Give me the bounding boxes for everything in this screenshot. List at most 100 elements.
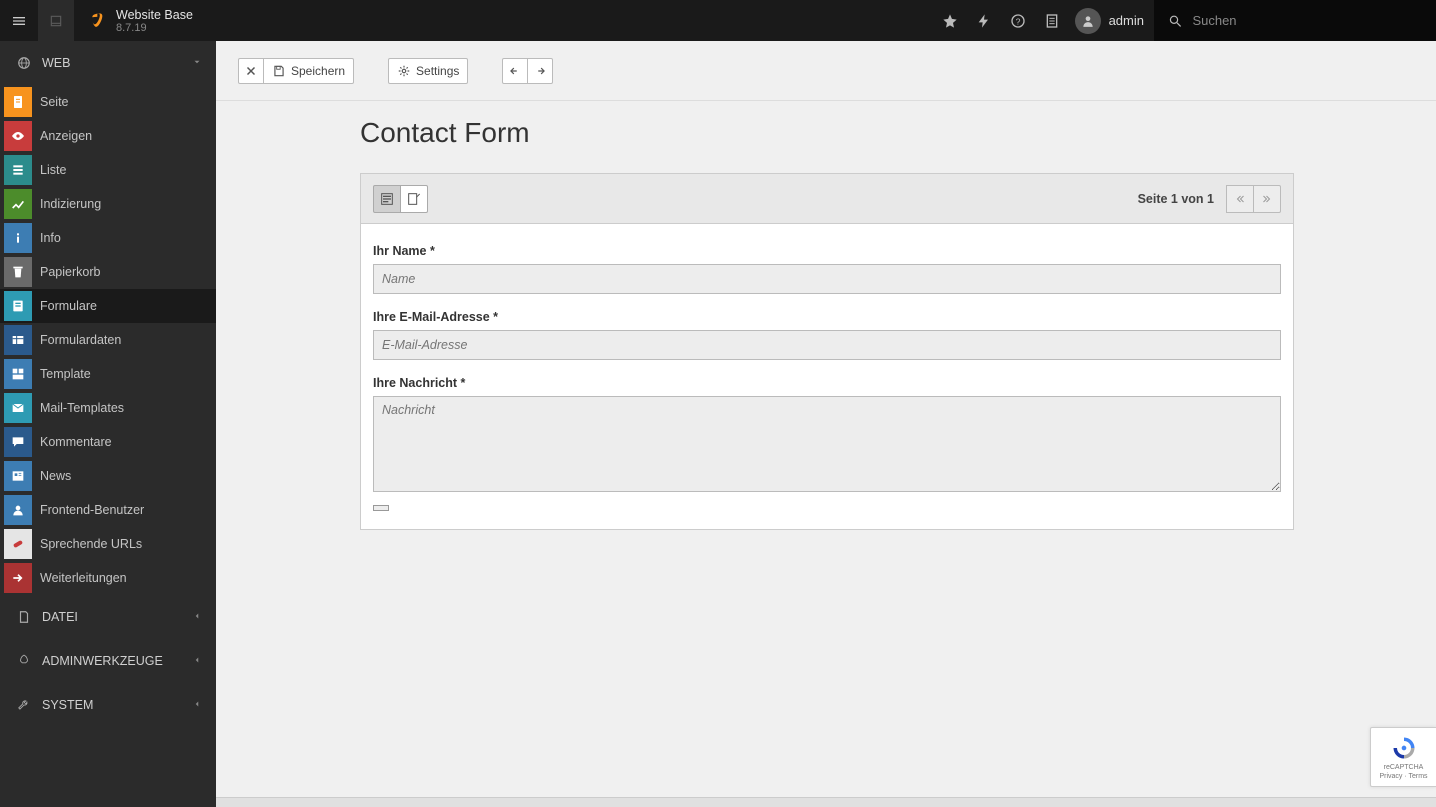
gear-icon [397,64,411,78]
recaptcha-badge[interactable]: reCAPTCHA Privacy · Terms [1370,727,1436,787]
sidebar-item-info[interactable]: Info [0,221,216,255]
sidebar-item-mail-templates[interactable]: Mail-Templates [0,391,216,425]
doc-icon [1044,13,1060,29]
eye-icon [10,128,26,144]
undo-icon [508,64,522,78]
form-body: Ihr Name * Ihre E-Mail-Adresse * Ihre Na… [361,224,1293,529]
sidebar-item-label: Liste [40,163,216,177]
help-button[interactable]: ? [1001,0,1035,41]
sidebar-item-label: Seite [40,95,216,109]
sidebar-item-papierkorb[interactable]: Papierkorb [0,255,216,289]
prev-page-button[interactable] [1226,185,1254,213]
field-label-name: Ihr Name * [373,244,1281,258]
sidebar-item-template[interactable]: Template [0,357,216,391]
cache-button[interactable] [967,0,1001,41]
message-textarea[interactable] [373,396,1281,492]
sidebar-item-anzeigen[interactable]: Anzeigen [0,119,216,153]
chevron-left-icon [192,611,202,621]
recaptcha-terms: Privacy · Terms [1379,773,1427,780]
site-version: 8.7.19 [116,22,193,34]
submit-button[interactable] [373,505,389,511]
sidebar-group-label: SYSTEM [42,698,93,712]
typo3-logo-icon [84,11,104,31]
sidebar-item-formulardaten[interactable]: Formulardaten [0,323,216,357]
sidebar-item-formulare[interactable]: Formulare [0,289,216,323]
panel-toolbar: Seite 1 von 1 [361,174,1293,224]
sidebar-item-label: Frontend-Benutzer [40,503,216,517]
sidebar-group-label: DATEI [42,610,78,624]
globe-icon [17,56,31,70]
save-icon [272,64,286,78]
sidebar-item-kommentare[interactable]: Kommentare [0,425,216,459]
search-icon [1168,13,1182,29]
sidebar-group-adminwerkzeuge[interactable]: ADMINWERKZEUGE [0,639,216,683]
user-label[interactable]: admin [1101,13,1154,28]
close-icon [244,64,258,78]
view-preview-button[interactable] [373,185,401,213]
star-icon [942,13,958,29]
hamburger-button[interactable] [0,0,38,41]
template-icon [10,366,26,382]
sidebar-item-news[interactable]: News [0,459,216,493]
close-button[interactable] [238,58,264,84]
search-input[interactable] [1192,13,1418,28]
file-icon [17,610,31,624]
avatar[interactable] [1075,8,1101,34]
email-input[interactable] [373,330,1281,360]
typo3-logo[interactable] [74,0,114,41]
sidebar: WEB Seite Anzeigen Liste Indizierung Inf… [0,41,216,807]
sidebar-item-label: Formulardaten [40,333,216,347]
bookmark-drawer-button[interactable] [38,0,74,41]
sidebar-item-frontend-benutzer[interactable]: Frontend-Benutzer [0,493,216,527]
sidebar-group-system[interactable]: SYSTEM [0,683,216,727]
sidebar-item-weiterleitungen[interactable]: Weiterleitungen [0,561,216,595]
field-label-email: Ihre E-Mail-Adresse * [373,310,1281,324]
site-title: Website Base [116,8,193,22]
recaptcha-label: reCAPTCHA [1384,764,1424,771]
mail-icon [10,400,26,416]
redo-icon [533,64,547,78]
view-edit-button[interactable] [400,185,428,213]
chevron-down-icon [192,57,202,67]
app-docs-button[interactable] [1035,0,1069,41]
sidebar-item-label: Papierkorb [40,265,216,279]
flash-icon [976,13,992,29]
sidebar-item-label: Indizierung [40,197,216,211]
menu-icon [11,13,27,29]
sidebar-group-web[interactable]: WEB [0,41,216,85]
svg-text:?: ? [1015,16,1020,26]
sidebar-item-label: Mail-Templates [40,401,216,415]
news-icon [10,468,26,484]
chevrons-left-icon [1234,193,1246,205]
sidebar-item-label: News [40,469,216,483]
bookmark-drawer-icon [49,14,63,28]
sidebar-group-label: WEB [42,56,70,70]
list-icon [10,162,26,178]
edit-form-icon [406,191,422,207]
comment-icon [10,434,26,450]
next-page-button[interactable] [1253,185,1281,213]
undo-button[interactable] [502,58,528,84]
sidebar-item-label: Anzeigen [40,129,216,143]
sidebar-item-sprechende-urls[interactable]: Sprechende URLs [0,527,216,561]
sidebar-group-datei[interactable]: DATEI [0,595,216,639]
sidebar-group-label: ADMINWERKZEUGE [42,654,163,668]
sidebar-item-indizierung[interactable]: Indizierung [0,187,216,221]
sidebar-item-liste[interactable]: Liste [0,153,216,187]
site-info: Website Base 8.7.19 [114,8,193,34]
sidebar-item-label: Weiterleitungen [40,571,216,585]
horizontal-scrollbar[interactable] [216,797,1436,807]
top-bar: Website Base 8.7.19 ? admin [0,0,1436,41]
sidebar-item-seite[interactable]: Seite [0,85,216,119]
save-button-label: Speichern [291,64,345,78]
bookmarks-button[interactable] [933,0,967,41]
name-input[interactable] [373,264,1281,294]
settings-button[interactable]: Settings [388,58,468,84]
url-icon [10,536,26,552]
chevron-left-icon [192,699,202,709]
preview-layout-icon [379,191,395,207]
trash-icon [10,264,26,280]
redo-button[interactable] [527,58,553,84]
info-icon [10,230,26,246]
save-button[interactable]: Speichern [263,58,354,84]
